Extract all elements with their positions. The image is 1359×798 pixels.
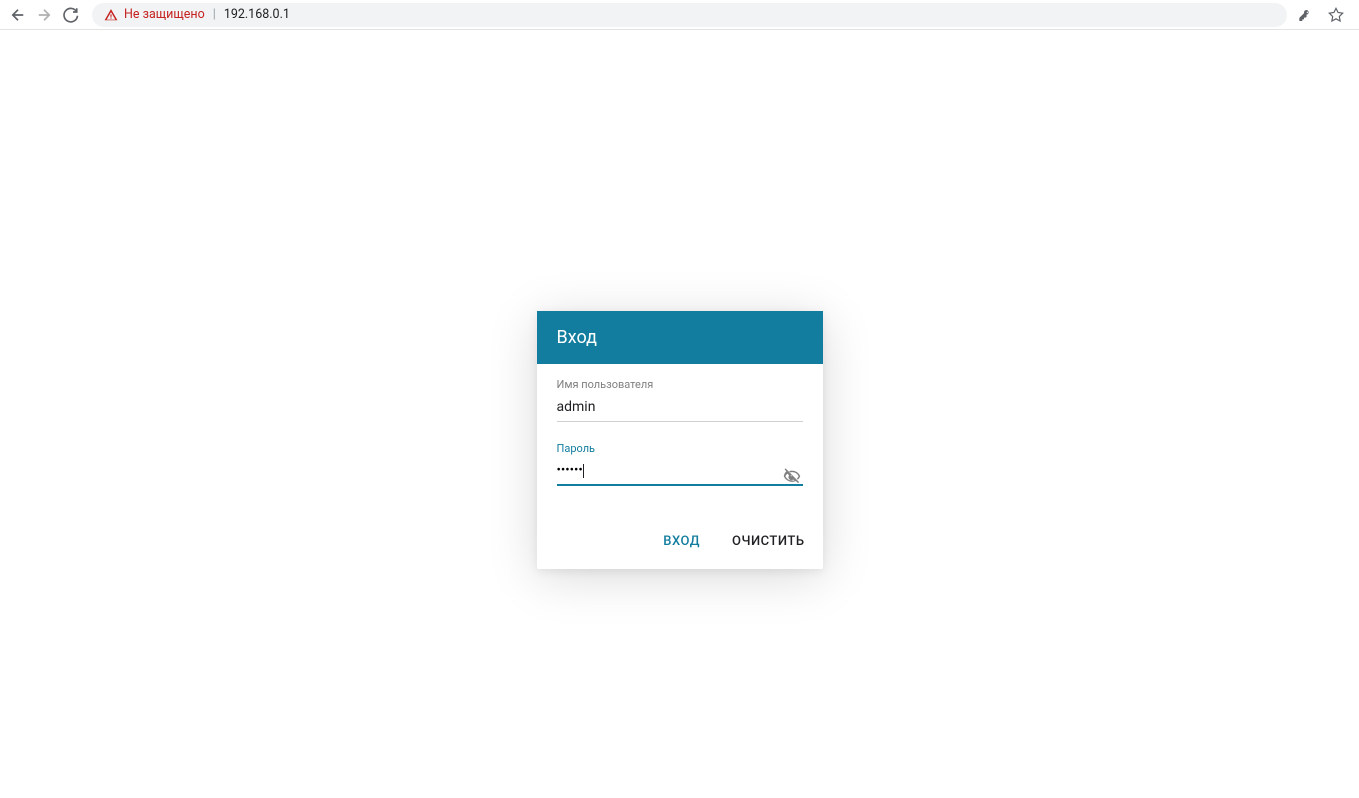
address-bar[interactable]: Не защищено | 192.168.0.1	[92, 3, 1287, 27]
bookmark-star-icon[interactable]	[1327, 6, 1345, 24]
password-group: Пароль ••••••	[557, 442, 803, 486]
username-label: Имя пользователя	[557, 378, 803, 391]
browser-toolbar: Не защищено | 192.168.0.1	[0, 0, 1359, 30]
visibility-off-icon[interactable]	[783, 467, 801, 485]
username-input[interactable]	[557, 395, 803, 422]
password-input[interactable]: ••••••	[557, 459, 803, 486]
password-wrapper: ••••••	[557, 459, 803, 486]
key-icon[interactable]	[1297, 6, 1315, 24]
login-dialog: Вход Имя пользователя Пароль •••••• ВХО	[537, 311, 823, 569]
password-label: Пароль	[557, 442, 803, 455]
back-button[interactable]	[8, 5, 28, 25]
password-mask: ••••••	[557, 463, 583, 478]
username-group: Имя пользователя	[557, 378, 803, 422]
dialog-body: Имя пользователя Пароль ••••••	[537, 364, 823, 516]
text-cursor	[583, 464, 584, 478]
page-content: Вход Имя пользователя Пароль •••••• ВХО	[0, 30, 1359, 798]
security-status: Не защищено	[124, 7, 205, 22]
url-text: 192.168.0.1	[224, 7, 290, 22]
login-button[interactable]: ВХОД	[659, 528, 704, 555]
reload-button[interactable]	[60, 5, 80, 25]
dialog-title: Вход	[537, 311, 823, 364]
dialog-footer: ВХОД ОЧИСТИТЬ	[537, 516, 823, 569]
forward-button[interactable]	[34, 5, 54, 25]
separator: |	[213, 7, 216, 22]
warning-icon	[104, 8, 118, 22]
clear-button[interactable]: ОЧИСТИТЬ	[728, 528, 808, 555]
